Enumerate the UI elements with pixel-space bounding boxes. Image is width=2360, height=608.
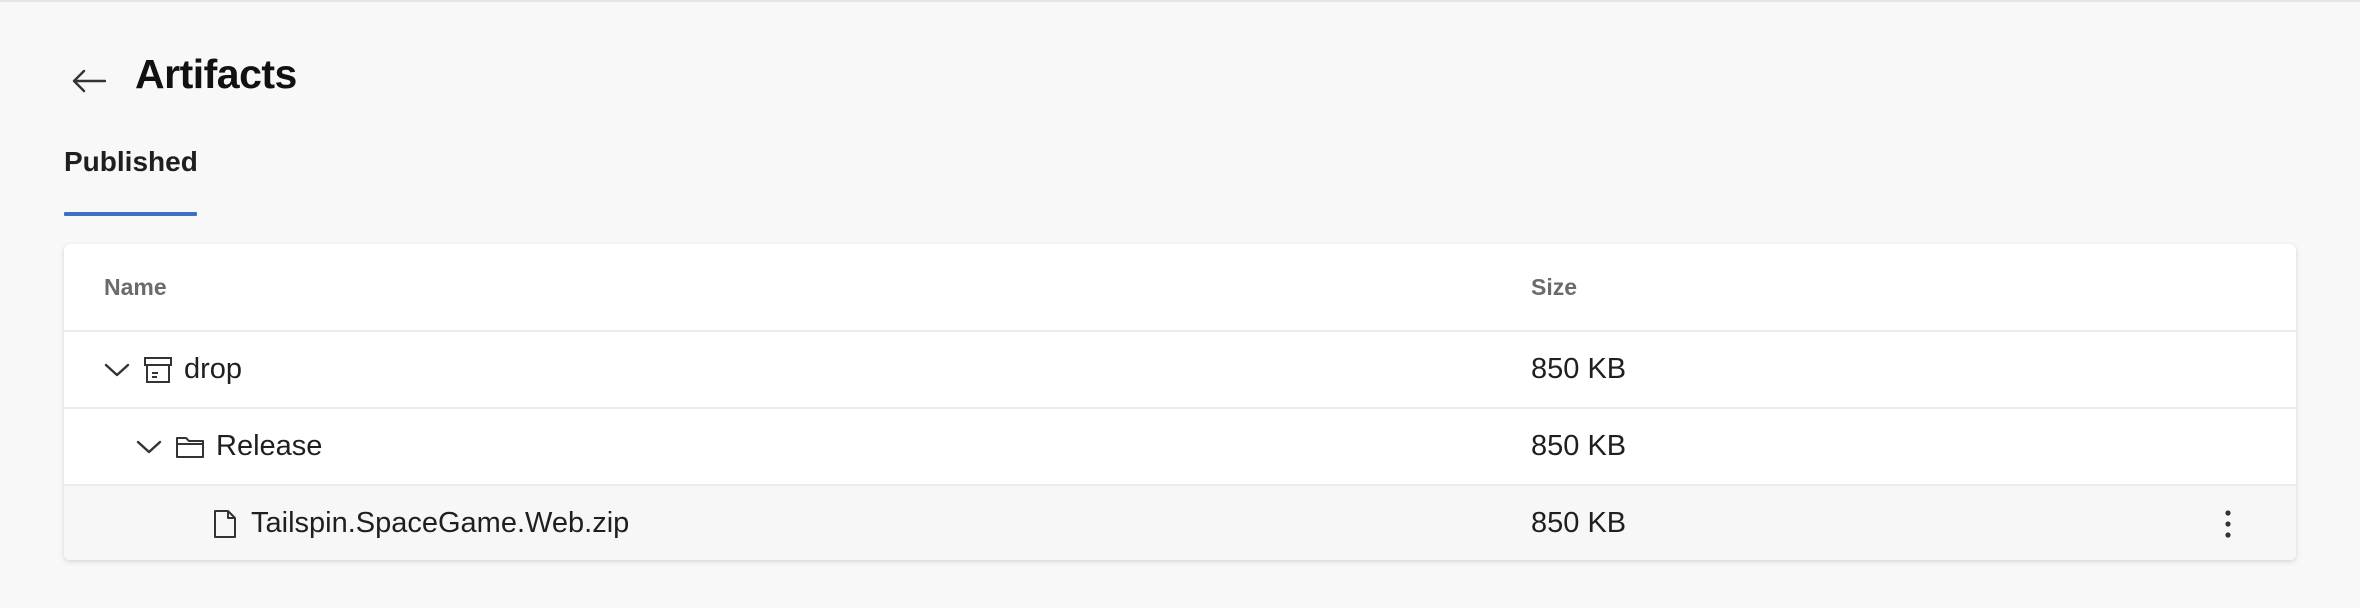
tab-selected-indicator <box>64 212 197 216</box>
tab-bar: Published <box>64 146 198 216</box>
name-cell: Release <box>134 409 322 484</box>
file-icon <box>209 508 241 540</box>
row-name: Release <box>216 430 323 462</box>
row-name: drop <box>184 353 243 385</box>
chevron-down-icon[interactable] <box>102 355 132 385</box>
more-vertical-icon <box>2225 510 2231 538</box>
table-row[interactable]: Release 850 KB <box>64 409 2296 486</box>
chevron-down-icon[interactable] <box>134 432 164 462</box>
row-size: 850 KB <box>1531 507 1627 539</box>
more-options-button[interactable] <box>2208 504 2248 544</box>
table-header: Name Size <box>64 244 2296 332</box>
name-cell: drop <box>102 332 242 407</box>
row-size: 850 KB <box>1531 353 1627 385</box>
page-title: Artifacts <box>135 50 297 97</box>
tab-label: Published <box>64 146 198 177</box>
archive-icon <box>142 354 174 386</box>
folder-icon <box>174 431 206 463</box>
page-header: Artifacts <box>63 44 297 104</box>
table-row[interactable]: Tailspin.SpaceGame.Web.zip 850 KB <box>64 486 2296 560</box>
table-row[interactable]: drop 850 KB <box>64 332 2296 409</box>
tab-published[interactable]: Published <box>64 146 198 216</box>
artifacts-table: Name Size drop 850 KB Release 850 KB Tai… <box>64 244 2296 560</box>
row-size: 850 KB <box>1531 430 1627 462</box>
row-name: Tailspin.SpaceGame.Web.zip <box>251 507 630 539</box>
name-cell: Tailspin.SpaceGame.Web.zip <box>209 486 629 560</box>
column-header-size[interactable]: Size <box>1531 274 1577 301</box>
back-button[interactable] <box>63 55 115 107</box>
top-divider <box>0 0 2360 2</box>
arrow-left-icon <box>72 69 106 93</box>
column-header-name[interactable]: Name <box>104 274 167 301</box>
